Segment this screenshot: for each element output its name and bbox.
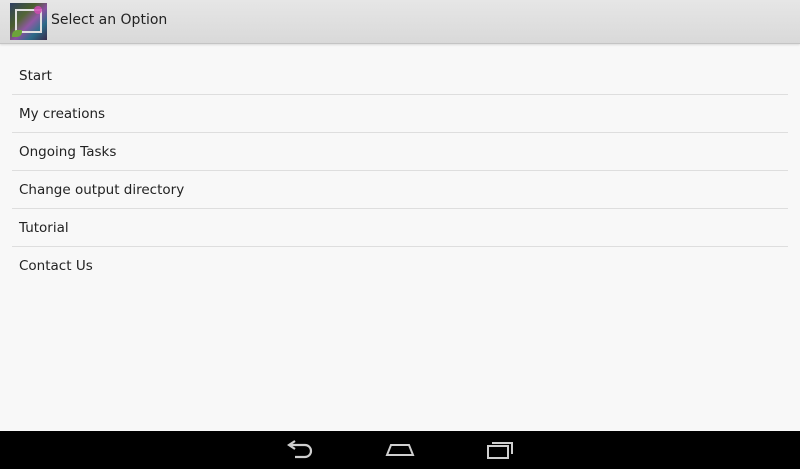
options-list: Start My creations Ongoing Tasks Change … xyxy=(12,57,788,285)
flower-graphic xyxy=(34,6,42,14)
back-icon xyxy=(287,440,313,459)
app-icon[interactable] xyxy=(10,3,47,40)
home-icon xyxy=(385,444,415,456)
home-button[interactable] xyxy=(370,431,430,469)
menu-item-start[interactable]: Start xyxy=(12,57,788,95)
system-nav-bar xyxy=(0,431,800,469)
action-bar: Select an Option xyxy=(0,0,800,44)
menu-item-tutorial[interactable]: Tutorial xyxy=(12,209,788,247)
screen: Select an Option Start My creations Ongo… xyxy=(0,0,800,469)
menu-item-ongoing-tasks[interactable]: Ongoing Tasks xyxy=(12,133,788,171)
menu-item-change-output-directory[interactable]: Change output directory xyxy=(12,171,788,209)
leaf-graphic xyxy=(12,30,22,37)
back-button[interactable] xyxy=(270,431,330,469)
page-title: Select an Option xyxy=(51,12,168,28)
menu-item-contact-us[interactable]: Contact Us xyxy=(12,247,788,285)
recent-apps-icon xyxy=(487,442,513,459)
menu-item-my-creations[interactable]: My creations xyxy=(12,95,788,133)
recent-apps-button[interactable] xyxy=(470,431,530,469)
